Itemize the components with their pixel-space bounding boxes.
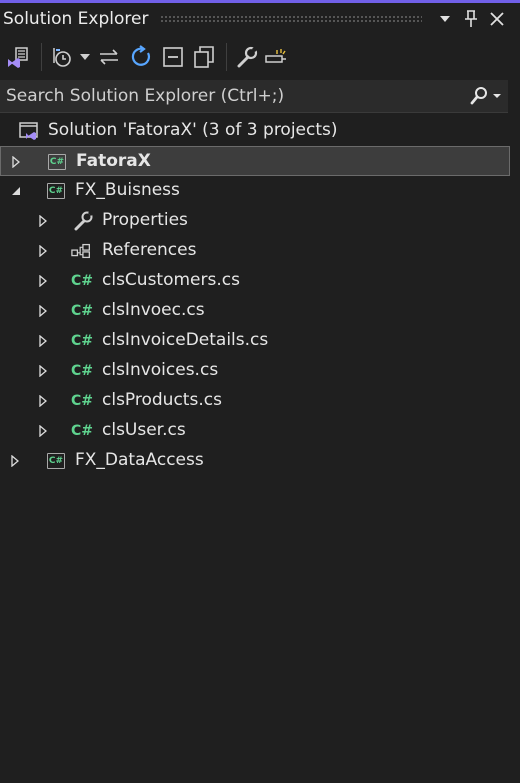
expand-arrow-icon[interactable] [36, 273, 50, 289]
csharp-file-icon: C# [71, 333, 94, 349]
csharp-project-icon: C# [45, 181, 67, 201]
expand-arrow-icon[interactable] [36, 393, 50, 409]
csharp-file-icon: C# [71, 363, 94, 379]
preview-icon[interactable] [262, 41, 292, 73]
expand-arrow-icon[interactable] [9, 154, 23, 170]
expand-arrow-icon[interactable] [36, 363, 50, 379]
tree-item-file[interactable]: C# clsInvoiceDetails.cs [0, 326, 510, 356]
tree-item-label: FX_DataAccess [75, 450, 204, 470]
tree-item-label: FatoraX [76, 151, 151, 171]
properties-wrench-icon[interactable] [232, 41, 262, 73]
drag-grip[interactable] [160, 15, 422, 23]
vertical-scrollbar[interactable] [510, 35, 520, 783]
search-icon [470, 87, 501, 105]
csharp-file-icon: C# [71, 393, 94, 409]
csharp-file-icon: C# [71, 423, 94, 439]
expand-arrow-icon[interactable] [36, 243, 50, 259]
tree-item-label: Properties [102, 210, 188, 230]
search-box [0, 80, 508, 113]
tree-item-file[interactable]: C# clsProducts.cs [0, 386, 510, 416]
search-options-button[interactable] [464, 81, 508, 111]
tree-item-file[interactable]: C# clsInvoec.cs [0, 296, 510, 326]
csharp-project-icon: C# [45, 451, 67, 471]
tree-item-label: Solution 'FatoraX' (3 of 3 projects) [48, 120, 338, 140]
collapse-all-icon[interactable] [157, 41, 189, 73]
tree-item-references[interactable]: References [0, 236, 510, 266]
expand-arrow-icon[interactable] [36, 333, 50, 349]
references-icon [71, 241, 93, 261]
tree-item-project-fx-dataaccess[interactable]: C# FX_DataAccess [0, 446, 510, 476]
csharp-file-icon: C# [71, 303, 94, 319]
tree-item-project-fatorax[interactable]: C# FatoraX [0, 146, 510, 176]
tree-item-file[interactable]: C# clsInvoices.cs [0, 356, 510, 386]
tree-item-label: References [102, 240, 197, 260]
pin-icon[interactable] [458, 6, 484, 32]
tree-item-solution[interactable]: Solution 'FatoraX' (3 of 3 projects) [0, 116, 510, 146]
solution-icon [18, 121, 40, 141]
tree-item-label: clsInvoec.cs [102, 300, 205, 320]
tree-item-properties[interactable]: Properties [0, 206, 510, 236]
toolbar [0, 38, 510, 76]
tree-item-project-fx-buisness[interactable]: C# FX_Buisness [0, 176, 510, 206]
tree-item-file[interactable]: C# clsUser.cs [0, 416, 510, 446]
show-all-files-icon[interactable] [189, 41, 221, 73]
tree-item-label: clsCustomers.cs [102, 270, 240, 290]
tree-item-label: FX_Buisness [75, 180, 180, 200]
solution-tree: Solution 'FatoraX' (3 of 3 projects) C# … [0, 116, 510, 476]
chevron-down-icon[interactable] [432, 6, 458, 32]
csharp-project-icon: C# [46, 152, 68, 172]
panel-title: Solution Explorer [3, 9, 149, 29]
tree-item-label: clsInvoices.cs [102, 360, 219, 380]
sync-icon[interactable] [93, 41, 125, 73]
title-bar: Solution Explorer [0, 3, 510, 35]
toolbar-separator [41, 43, 42, 71]
dropdown-arrow-icon[interactable] [77, 41, 93, 73]
toolbar-separator [226, 43, 227, 71]
expand-arrow-icon[interactable] [36, 423, 50, 439]
tree-item-label: clsProducts.cs [102, 390, 222, 410]
tree-item-label: clsInvoiceDetails.cs [102, 330, 269, 350]
tree-item-label: clsUser.cs [102, 420, 186, 440]
vs-home-icon[interactable] [0, 41, 36, 73]
expand-arrow-icon[interactable] [36, 213, 50, 229]
history-icon[interactable] [47, 41, 77, 73]
close-icon[interactable] [484, 6, 510, 32]
csharp-file-icon: C# [71, 273, 94, 289]
refresh-icon[interactable] [125, 41, 157, 73]
tree-item-file[interactable]: C# clsCustomers.cs [0, 266, 510, 296]
expand-arrow-icon[interactable] [36, 303, 50, 319]
expand-arrow-icon[interactable] [8, 453, 22, 469]
collapse-arrow-icon[interactable] [9, 183, 23, 199]
search-input[interactable] [0, 81, 464, 111]
wrench-icon [72, 211, 94, 231]
